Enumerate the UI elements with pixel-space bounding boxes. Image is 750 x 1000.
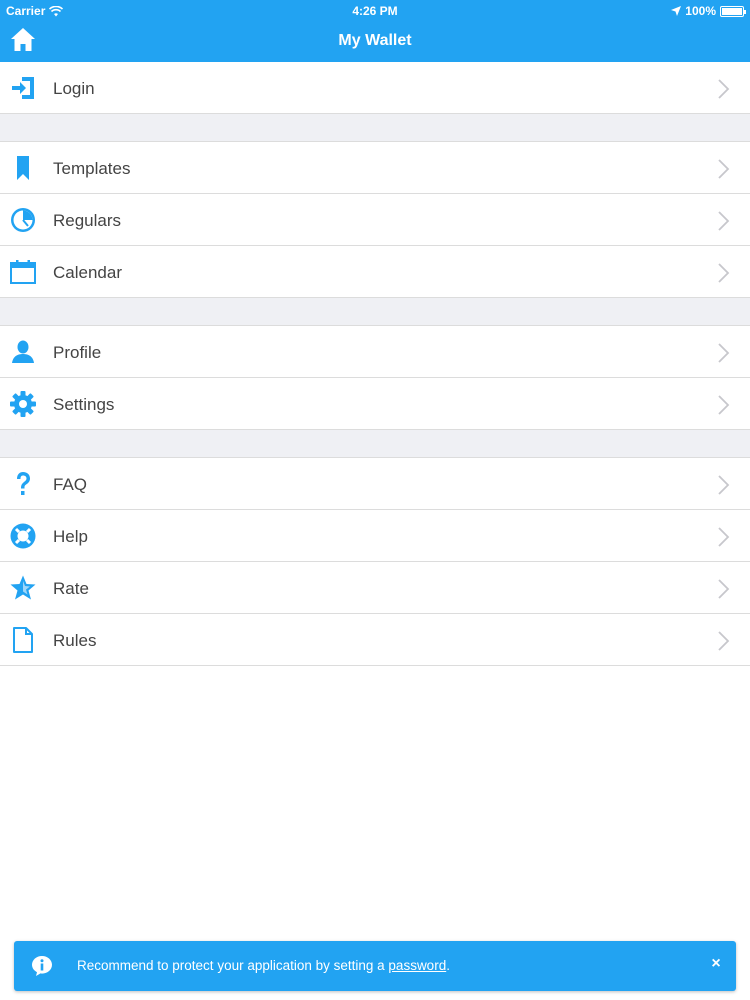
menu-item-help[interactable]: Help xyxy=(0,510,750,562)
battery-icon xyxy=(720,5,746,17)
password-recommendation-toast: Recommend to protect your application by… xyxy=(14,941,736,991)
toast-message: Recommend to protect your application by… xyxy=(77,958,450,973)
login-icon xyxy=(12,77,34,99)
menu-item-rate[interactable]: Rate xyxy=(0,562,750,614)
menu-item-calendar[interactable]: Calendar xyxy=(0,246,750,298)
status-time: 4:26 PM xyxy=(352,4,398,18)
menu-item-label: FAQ xyxy=(53,475,88,494)
menu-item-templates[interactable]: Templates xyxy=(0,142,750,194)
user-icon xyxy=(12,340,34,363)
menu-item-faq[interactable]: FAQ xyxy=(0,458,750,510)
lifebuoy-icon xyxy=(10,523,36,549)
section-divider xyxy=(0,430,750,458)
page-title: My Wallet xyxy=(338,32,412,49)
menu-item-label: Rate xyxy=(53,579,89,598)
menu-item-label: Templates xyxy=(53,159,131,178)
clock-icon xyxy=(11,208,35,232)
menu-item-label: Profile xyxy=(53,343,102,362)
battery-fill xyxy=(722,7,742,15)
menu-item-profile[interactable]: Profile xyxy=(0,326,750,378)
chevron-right-icon xyxy=(718,79,730,99)
chevron-right-icon xyxy=(718,159,730,179)
chevron-right-icon xyxy=(718,211,730,231)
chevron-right-icon xyxy=(718,579,730,599)
menu-item-label: Help xyxy=(53,527,88,546)
info-icon xyxy=(32,956,52,976)
status-right: 100% xyxy=(671,4,746,18)
gear-icon xyxy=(10,391,36,417)
menu-list: Login Templates Regulars Calendar Profil… xyxy=(0,62,750,666)
menu-item-login[interactable]: Login xyxy=(0,62,750,114)
password-link[interactable]: password xyxy=(388,958,446,973)
menu-item-label: Settings xyxy=(53,395,115,414)
question-icon xyxy=(17,472,30,495)
battery-percent: 100% xyxy=(685,4,716,18)
chevron-right-icon xyxy=(718,527,730,547)
location-arrow-icon xyxy=(671,6,682,16)
menu-item-label: Regulars xyxy=(53,211,122,230)
document-icon xyxy=(13,627,33,653)
toast-message-text: Recommend to protect your application by… xyxy=(77,958,389,973)
menu-item-label: Calendar xyxy=(53,263,122,282)
star-icon xyxy=(10,575,36,600)
chevron-right-icon xyxy=(718,395,730,415)
section-divider xyxy=(0,114,750,142)
section-divider xyxy=(0,298,750,326)
menu-item-settings[interactable]: Settings xyxy=(0,378,750,430)
top-bar: Carrier 4:26 PM 100% My Wallet xyxy=(0,0,750,62)
chevron-right-icon xyxy=(718,263,730,283)
chevron-right-icon xyxy=(718,475,730,495)
close-icon[interactable]: × xyxy=(706,955,726,977)
bookmark-icon xyxy=(17,156,29,180)
nav-bar: My Wallet xyxy=(0,22,750,62)
toast-message-suffix: . xyxy=(446,958,450,973)
calendar-icon xyxy=(10,260,36,284)
menu-item-label: Rules xyxy=(53,631,97,650)
menu-item-rules[interactable]: Rules xyxy=(0,614,750,666)
chevron-right-icon xyxy=(718,343,730,363)
chevron-right-icon xyxy=(718,631,730,651)
menu-item-regulars[interactable]: Regulars xyxy=(0,194,750,246)
menu-item-label: Login xyxy=(53,79,95,98)
status-bar: Carrier 4:26 PM 100% xyxy=(0,0,750,22)
